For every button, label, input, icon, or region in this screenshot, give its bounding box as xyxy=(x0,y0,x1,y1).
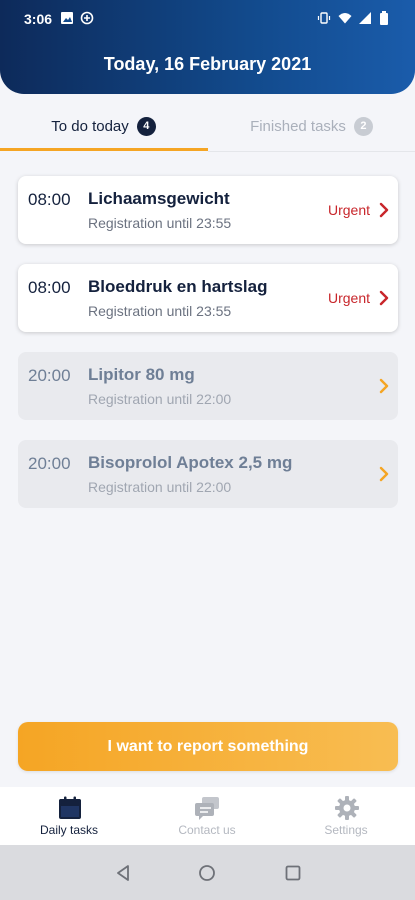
count-badge: 2 xyxy=(353,116,373,136)
status-bar: 3:06 xyxy=(0,0,415,36)
tab-label: To do today xyxy=(51,117,129,135)
urgent-label: Urgent xyxy=(327,290,370,306)
back-icon[interactable] xyxy=(113,863,133,883)
app-header: 3:06 Today, 16 February 2021 xyxy=(0,0,415,94)
report-button[interactable]: I want to report something xyxy=(18,722,398,771)
system-navigation-bar xyxy=(0,845,415,900)
count-badge: 4 xyxy=(136,116,156,136)
active-tab-indicator xyxy=(0,148,208,151)
task-deadline: Registration until 23:55 xyxy=(88,303,232,319)
vibrate-icon xyxy=(317,12,331,24)
nav-daily-tasks[interactable]: Daily tasks xyxy=(0,787,138,845)
recents-icon[interactable] xyxy=(283,863,303,883)
tab-finished-tasks[interactable]: Finished tasks 2 xyxy=(208,100,415,152)
nav-contact-us[interactable]: Contact us xyxy=(138,787,276,845)
task-name: Bisoprolol Apotex 2,5 mg xyxy=(88,453,293,472)
calendar-icon xyxy=(59,796,81,819)
signal-icon xyxy=(359,12,371,24)
nav-settings[interactable]: Settings xyxy=(277,787,415,845)
chevron-right-icon xyxy=(379,466,389,482)
gear-icon xyxy=(335,796,359,820)
battery-icon xyxy=(380,11,388,25)
chevron-right-icon xyxy=(379,290,389,306)
task-card-lichaamsgewicht[interactable]: 08:00 Lichaamsgewicht Registration until… xyxy=(18,176,398,244)
task-card-lipitor[interactable]: 20:00 Lipitor 80 mg Registration until 2… xyxy=(18,352,398,420)
tab-label: Finished tasks xyxy=(250,117,346,135)
urgent-label: Urgent xyxy=(327,202,370,218)
task-name: Lipitor 80 mg xyxy=(88,365,195,384)
nav-label: Settings xyxy=(324,823,368,837)
page-title: Today, 16 February 2021 xyxy=(103,54,312,74)
task-time: 08:00 xyxy=(28,190,71,209)
task-card-bloeddruk[interactable]: 08:00 Bloeddruk en hartslag Registration… xyxy=(18,264,398,332)
image-notification-icon xyxy=(61,12,73,24)
chevron-right-icon xyxy=(379,378,389,394)
nav-label: Daily tasks xyxy=(39,823,98,837)
chevron-right-icon xyxy=(379,202,389,218)
tab-divider xyxy=(208,151,415,152)
data-saver-icon xyxy=(80,11,94,25)
task-deadline: Registration until 23:55 xyxy=(88,215,232,231)
tab-to-do-today[interactable]: To do today 4 xyxy=(0,100,207,152)
task-time: 20:00 xyxy=(28,366,71,385)
task-name: Bloeddruk en hartslag xyxy=(88,277,268,296)
wifi-icon xyxy=(338,13,352,24)
task-tabs: To do today 4 Finished tasks 2 xyxy=(0,100,415,152)
task-name: Lichaamsgewicht xyxy=(88,189,230,208)
status-time: 3:06 xyxy=(24,11,53,27)
task-time: 20:00 xyxy=(28,454,71,473)
home-icon[interactable] xyxy=(197,863,217,883)
bottom-navigation: Daily tasks Contact us Settings xyxy=(0,787,415,845)
task-card-bisoprolol[interactable]: 20:00 Bisoprolol Apotex 2,5 mg Registrat… xyxy=(18,440,398,508)
chat-icon xyxy=(195,797,219,820)
task-time: 08:00 xyxy=(28,278,71,297)
nav-label: Contact us xyxy=(178,823,236,837)
task-deadline: Registration until 22:00 xyxy=(88,391,232,407)
task-deadline: Registration until 22:00 xyxy=(88,479,232,495)
